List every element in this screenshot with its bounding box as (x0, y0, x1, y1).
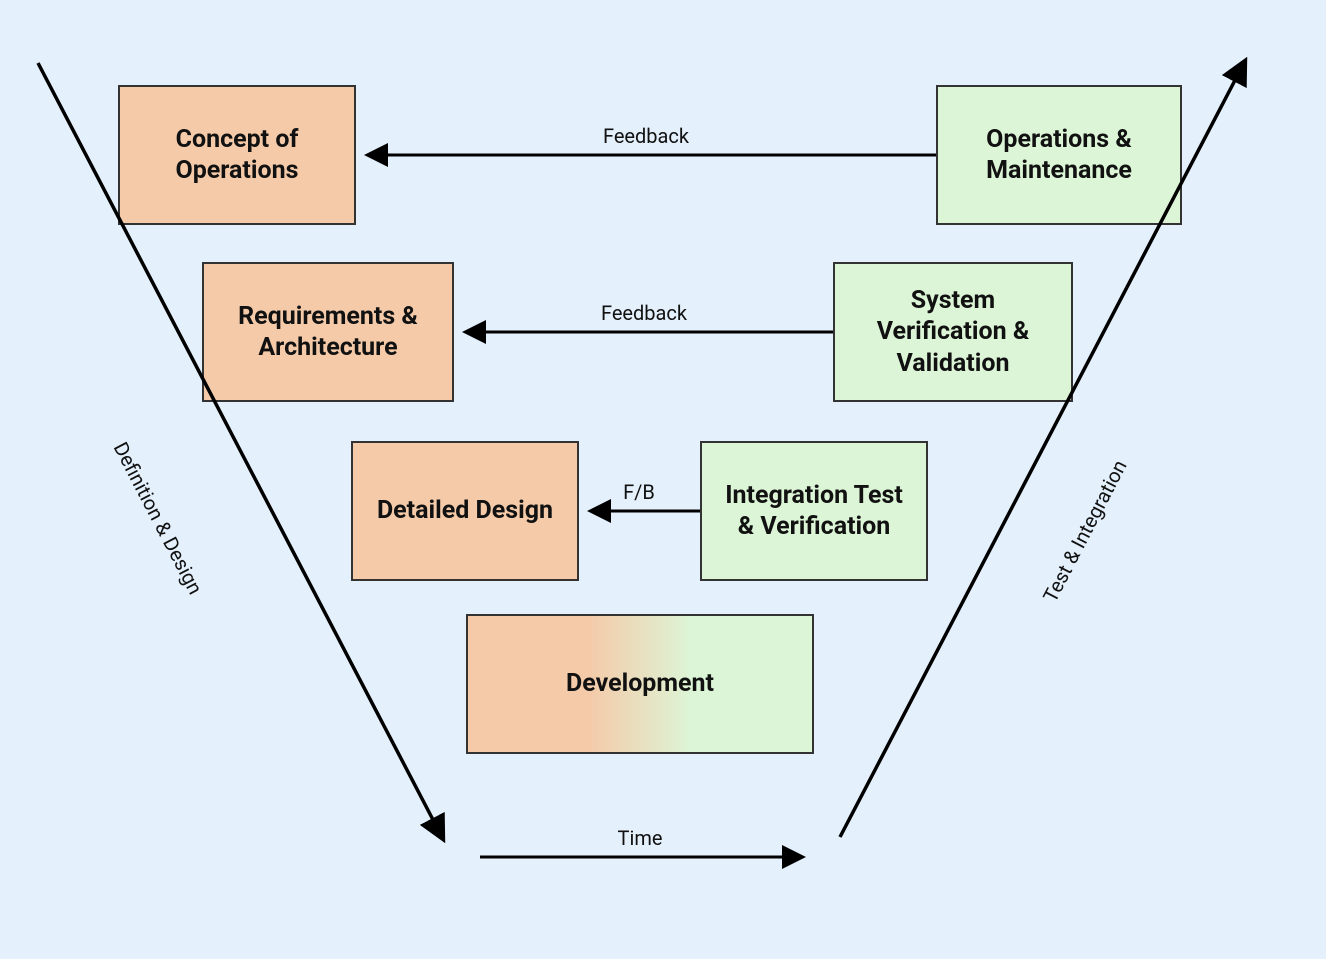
box-label: Requirements & Architecture (218, 301, 438, 364)
box-label: System Verification & Validation (849, 285, 1057, 379)
box-system-verification: System Verification & Validation (833, 262, 1073, 402)
feedback-label-2: Feedback (454, 301, 834, 325)
time-label: Time (480, 826, 800, 850)
box-integration-test: Integration Test & Verification (700, 441, 928, 581)
box-label: Concept of Operations (134, 124, 340, 187)
feedback-label-3: F/B (579, 480, 699, 504)
box-concept-of-operations: Concept of Operations (118, 85, 356, 225)
feedback-label-1: Feedback (356, 124, 936, 148)
axis-label-left: Definition & Design (109, 438, 208, 598)
box-operations-maintenance: Operations & Maintenance (936, 85, 1182, 225)
box-requirements-architecture: Requirements & Architecture (202, 262, 454, 402)
box-label: Detailed Design (377, 495, 553, 526)
box-label: Development (566, 668, 714, 699)
axis-label-right: Test & Integration (1038, 456, 1132, 606)
box-label: Operations & Maintenance (952, 124, 1166, 187)
box-label: Integration Test & Verification (716, 480, 912, 543)
box-detailed-design: Detailed Design (351, 441, 579, 581)
box-development: Development (466, 614, 814, 754)
